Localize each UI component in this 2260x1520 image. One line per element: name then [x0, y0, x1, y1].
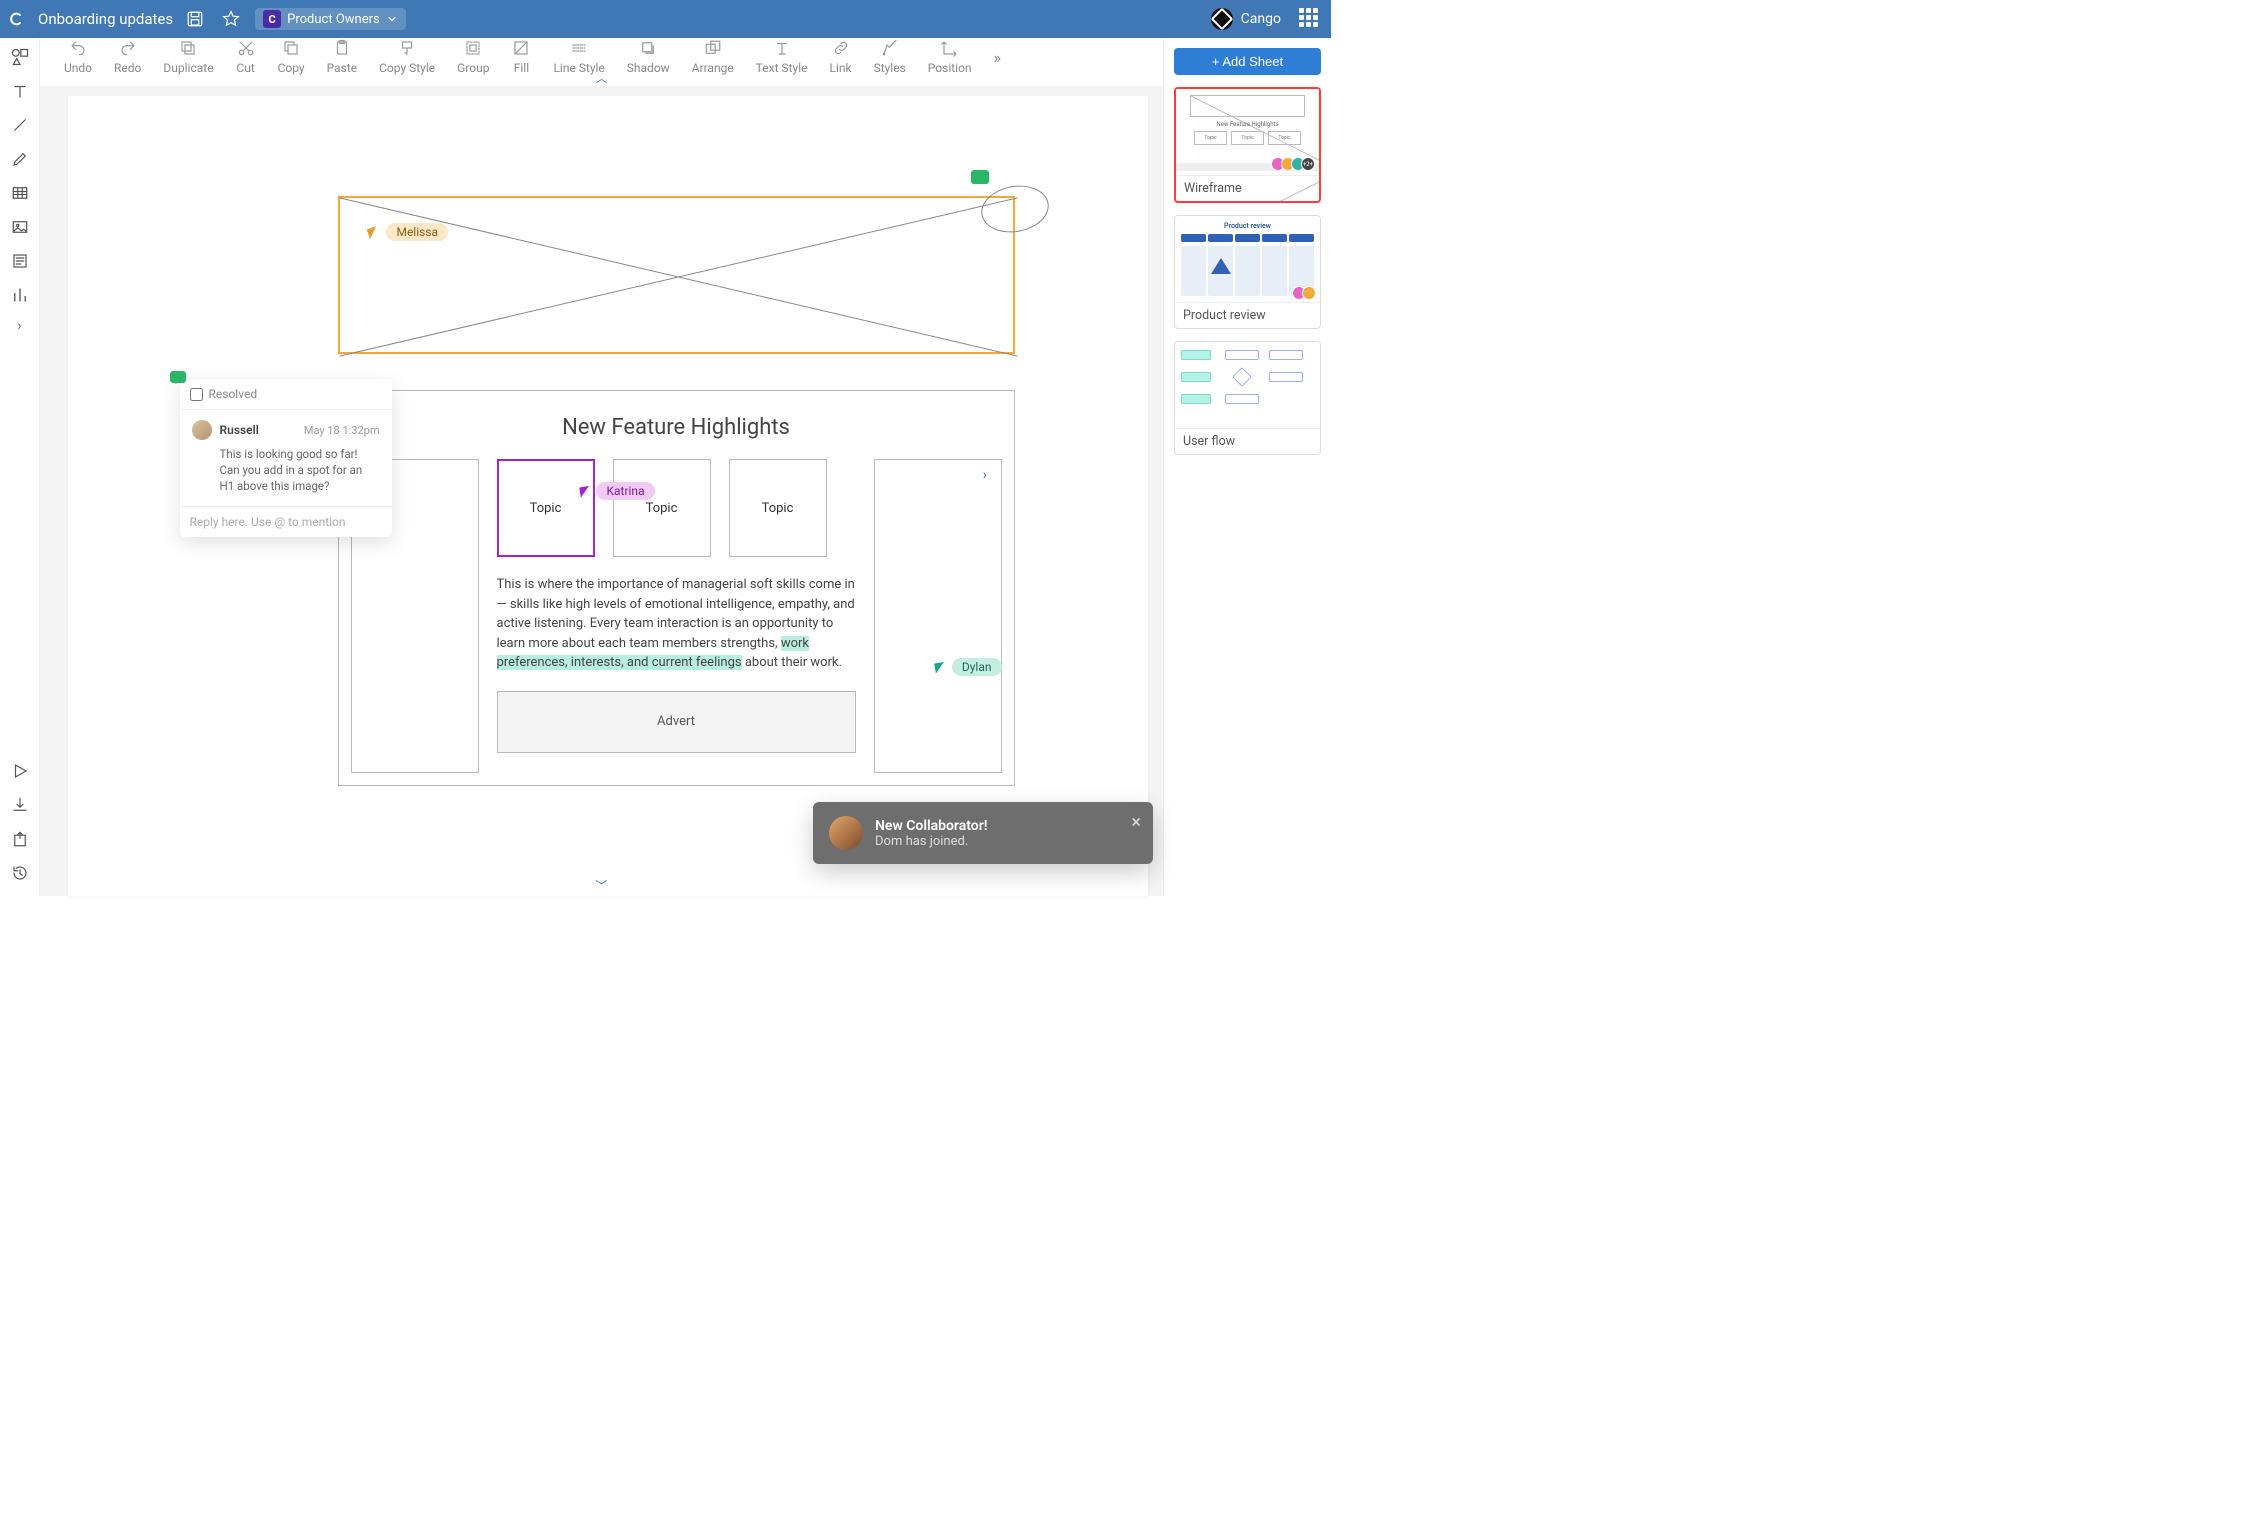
team-name: Product Owners — [287, 12, 380, 27]
download-icon[interactable] — [9, 794, 31, 816]
sheet-card-wireframe[interactable]: New Feature Highlights TopicTopicTopic +… — [1174, 87, 1321, 203]
sheet-card-product-review[interactable]: Product review Product review — [1174, 215, 1321, 329]
comment-reply-input[interactable]: Reply here. Use @ to mention — [180, 506, 392, 537]
collapse-toolbar-icon[interactable]: ︿ — [40, 70, 1163, 86]
commenter-avatar — [192, 420, 212, 440]
canvas[interactable]: ◤ Melissa New Feature Highlights Topic T… — [40, 86, 1163, 896]
section-frame[interactable]: New Feature Highlights Topic Topic Topic… — [338, 390, 1015, 786]
resolved-label: Resolved — [209, 387, 258, 401]
brand-link[interactable]: Cango — [1211, 8, 1281, 30]
collapse-bottom-icon[interactable]: ﹀ — [595, 877, 607, 894]
share-icon[interactable] — [9, 828, 31, 850]
collaborator-avatars — [1296, 286, 1316, 300]
image-tool-icon[interactable] — [9, 216, 31, 238]
toolbar-overflow-icon[interactable]: » — [994, 48, 1002, 67]
collaborator-toast: New Collaborator! Dom has joined. × — [813, 802, 1153, 864]
comment-popover: Resolved Russell May 18 1:32pm This is l… — [180, 379, 392, 537]
brand-mark-icon — [1211, 8, 1233, 30]
left-toolrail: › — [0, 38, 40, 896]
collaborator-cursor-dylan: ◤ Dylan — [935, 656, 1002, 676]
topic-card-3[interactable]: Topic — [729, 459, 827, 557]
resolved-checkbox[interactable] — [190, 388, 203, 401]
toast-avatar — [829, 816, 863, 850]
shapes-tool-icon[interactable] — [9, 46, 31, 68]
topic-card-2[interactable]: Topic — [613, 459, 711, 557]
body-text[interactable]: This is where the importance of manageri… — [497, 575, 856, 673]
floppy-save-icon[interactable] — [181, 5, 209, 33]
app-logo-icon[interactable] — [0, 11, 32, 27]
toast-title: New Collaborator! — [875, 818, 987, 834]
history-icon[interactable] — [9, 862, 31, 884]
sidebar-box-right[interactable] — [874, 459, 1002, 773]
comment-marker-icon[interactable] — [971, 170, 989, 184]
sheet-card-user-flow[interactable]: User flow — [1174, 341, 1321, 455]
sheet-label: Product review — [1175, 302, 1320, 328]
text-tool-icon[interactable] — [9, 80, 31, 102]
document-title[interactable]: Onboarding updates — [38, 10, 173, 28]
comment-timestamp: May 18 1:32pm — [304, 424, 380, 437]
sheets-panel: + Add Sheet New Feature Highlights Topic… — [1163, 38, 1331, 896]
pen-tool-icon[interactable] — [9, 148, 31, 170]
line-tool-icon[interactable] — [9, 114, 31, 136]
collapse-right-icon[interactable]: › — [983, 467, 987, 483]
team-selector[interactable]: C Product Owners — [255, 8, 406, 30]
play-icon[interactable] — [9, 760, 31, 782]
table-tool-icon[interactable] — [9, 182, 31, 204]
collaborator-avatars: +2+ — [1275, 157, 1315, 171]
chart-tool-icon[interactable] — [9, 284, 31, 306]
toast-subtitle: Dom has joined. — [875, 834, 987, 849]
expand-left-icon[interactable]: › — [17, 318, 21, 334]
document-tool-icon[interactable] — [9, 250, 31, 272]
section-title[interactable]: New Feature Highlights — [339, 415, 1014, 440]
commenter-name: Russell — [220, 423, 259, 437]
comment-bubble-icon — [170, 371, 186, 383]
close-icon[interactable]: × — [1131, 812, 1141, 833]
apps-grid-icon[interactable] — [1299, 8, 1321, 30]
star-icon[interactable] — [217, 5, 245, 33]
collaborator-cursor-katrina: ◤ Katrina — [580, 480, 655, 500]
top-bar: Onboarding updates C Product Owners Cang… — [0, 0, 1331, 38]
advert-placeholder[interactable]: Advert — [497, 691, 856, 753]
topic-card-1[interactable]: Topic — [497, 459, 595, 557]
comment-message: This is looking good so far! Can you add… — [180, 444, 392, 506]
add-sheet-button[interactable]: + Add Sheet — [1174, 48, 1321, 75]
collaborator-cursor-melissa: ◤ Melissa — [368, 220, 449, 241]
sheet-label: User flow — [1175, 428, 1320, 454]
page-surface[interactable]: ◤ Melissa New Feature Highlights Topic T… — [68, 96, 1148, 896]
